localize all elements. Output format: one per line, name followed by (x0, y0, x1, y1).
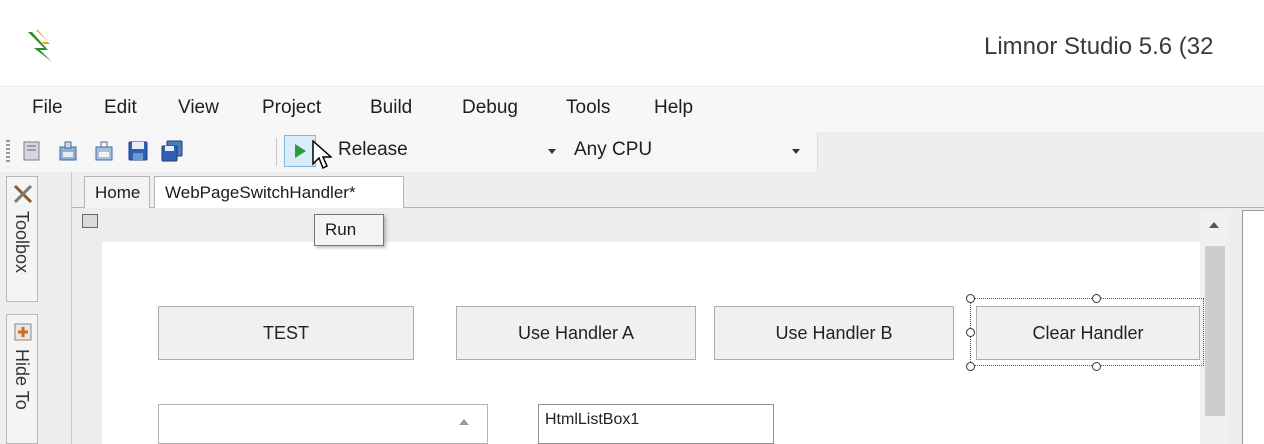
scroll-up-icon[interactable] (1209, 222, 1219, 228)
resize-handle-bottom-left[interactable] (966, 362, 975, 371)
open-project-icon[interactable] (56, 139, 80, 163)
toolbox-icon (13, 184, 33, 204)
vertical-scrollbar[interactable] (1200, 210, 1230, 444)
hide-toolbar-label: Hide To (12, 349, 32, 410)
textarea-scroll-up-icon[interactable] (459, 419, 469, 425)
menu-project[interactable]: Project (262, 97, 321, 119)
resize-handle-bottom[interactable] (1092, 362, 1101, 371)
title-bar: Limnor Studio 5.6 (32 (0, 0, 1264, 86)
use-handler-a-button[interactable]: Use Handler A (456, 306, 696, 360)
toolbox-label: Toolbox (12, 211, 32, 274)
toolbar-grip[interactable] (6, 140, 10, 164)
open-file-icon[interactable] (92, 139, 116, 163)
menu-tools[interactable]: Tools (566, 97, 610, 119)
menu-build[interactable]: Build (370, 97, 412, 119)
resize-handle-left[interactable] (966, 328, 975, 337)
use-handler-b-button[interactable]: Use Handler B (714, 306, 954, 360)
play-icon (295, 144, 306, 158)
collapse-toggle[interactable] (82, 214, 98, 228)
toolbar: Release Any CPU (0, 132, 1264, 172)
menu-edit[interactable]: Edit (104, 97, 137, 119)
menu-debug[interactable]: Debug (462, 97, 518, 119)
toolbar-separator (276, 138, 277, 166)
properties-panel-edge (1242, 210, 1264, 444)
test-button[interactable]: TEST (158, 306, 414, 360)
menu-file[interactable]: File (32, 97, 63, 119)
listbox-label: HtmlListBox1 (545, 411, 640, 428)
platform-select[interactable]: Any CPU (574, 139, 652, 161)
run-tooltip: Run (314, 214, 384, 246)
new-project-icon[interactable] (20, 139, 44, 163)
text-area[interactable] (158, 404, 488, 444)
selection-outline (970, 298, 1204, 366)
hide-toolbar-icon (14, 323, 32, 341)
scroll-thumb[interactable] (1205, 246, 1225, 416)
tab-webpageswitchhandler[interactable]: WebPageSwitchHandler* (154, 176, 404, 209)
toolbox-tab[interactable]: Toolbox (6, 176, 38, 302)
resize-handle-top-left[interactable] (966, 294, 975, 303)
resize-handle-top[interactable] (1092, 294, 1101, 303)
menu-help[interactable]: Help (654, 97, 693, 119)
configuration-dropdown-icon[interactable] (548, 149, 556, 154)
limnor-app-icon (28, 30, 54, 62)
menu-view[interactable]: View (178, 97, 219, 119)
side-panel: Toolbox Hide To (0, 172, 72, 444)
standard-toolbar: Release Any CPU (0, 132, 818, 172)
save-icon[interactable] (126, 139, 150, 163)
menu-bar: File Edit View Project Build Debug Tools… (0, 86, 1264, 132)
mouse-cursor-icon (312, 140, 332, 170)
platform-dropdown-icon[interactable] (792, 149, 800, 154)
document-tabstrip: Home WebPageSwitchHandler* (72, 172, 1264, 209)
save-all-icon[interactable] (160, 139, 184, 163)
window-title: Limnor Studio 5.6 (32 (984, 33, 1214, 60)
configuration-select[interactable]: Release (338, 139, 408, 161)
html-listbox[interactable]: HtmlListBox1 (538, 404, 774, 444)
tab-home[interactable]: Home (84, 176, 150, 208)
hide-toolbar-tab[interactable]: Hide To (6, 314, 38, 444)
